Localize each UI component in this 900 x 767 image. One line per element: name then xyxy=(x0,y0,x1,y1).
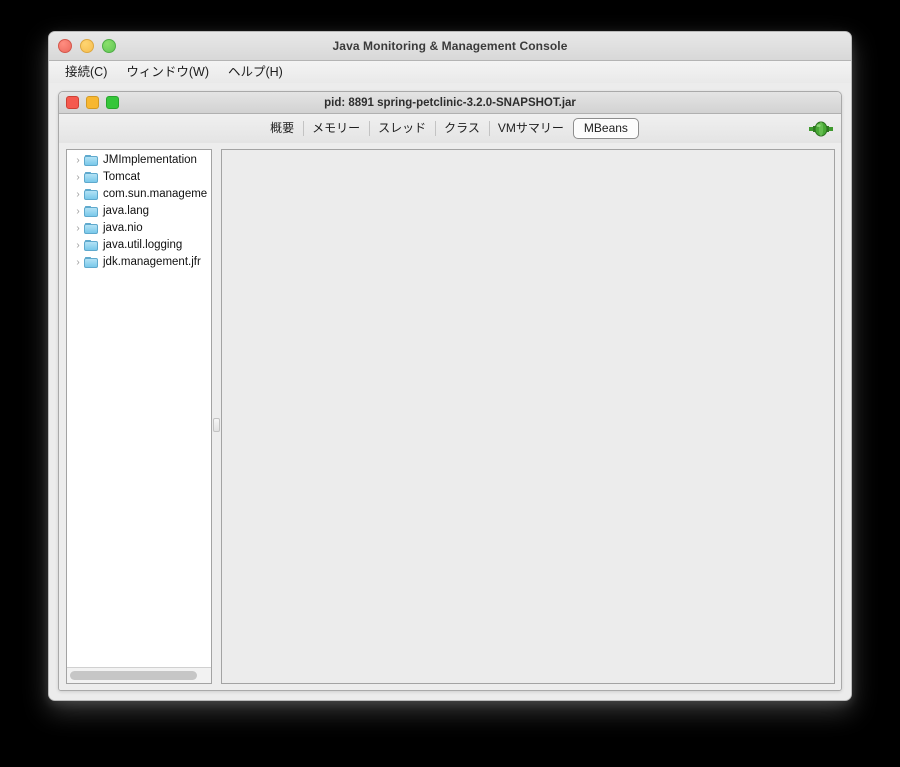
expand-arrow-icon[interactable]: › xyxy=(72,186,84,203)
tab-list: 概要 メモリー スレッド クラス VMサマリー MBeans xyxy=(261,118,639,139)
internal-zoom-button-icon[interactable] xyxy=(106,96,119,109)
scrollbar-thumb[interactable] xyxy=(70,671,197,680)
tree-node-java-nio[interactable]: › java.nio xyxy=(67,220,211,237)
expand-arrow-icon[interactable]: › xyxy=(72,169,84,186)
tab-mbeans[interactable]: MBeans xyxy=(572,118,639,139)
expand-arrow-icon[interactable]: › xyxy=(72,152,84,169)
tab-threads[interactable]: スレッド xyxy=(369,118,435,139)
menu-window[interactable]: ウィンドウ(W) xyxy=(117,63,219,82)
tree-node-label: java.lang xyxy=(103,205,150,217)
mbean-detail-panel xyxy=(221,149,835,684)
internal-frame-title: pid: 8891 spring-petclinic-3.2.0-SNAPSHO… xyxy=(324,96,576,109)
menu-help[interactable]: ヘルプ(H) xyxy=(219,63,293,82)
menu-connection[interactable]: 接続(C) xyxy=(56,63,117,82)
tree-node-label: Tomcat xyxy=(103,171,141,183)
folder-icon xyxy=(84,257,98,268)
zoom-button-icon[interactable] xyxy=(102,39,116,53)
expand-arrow-icon[interactable]: › xyxy=(72,254,84,271)
close-button-icon[interactable] xyxy=(58,39,72,53)
expand-arrow-icon[interactable]: › xyxy=(72,203,84,220)
tree-node-com-sun-management[interactable]: › com.sun.manageme xyxy=(67,186,211,203)
window-traffic-lights xyxy=(58,32,116,60)
screen: Java Monitoring & Management Console 接続(… xyxy=(0,0,900,767)
vm-internal-frame: pid: 8891 spring-petclinic-3.2.0-SNAPSHO… xyxy=(58,91,842,691)
folder-icon xyxy=(84,240,98,251)
folder-icon xyxy=(84,172,98,183)
tree-horizontal-scrollbar[interactable] xyxy=(67,667,211,683)
minimize-button-icon[interactable] xyxy=(80,39,94,53)
tree-node-java-lang[interactable]: › java.lang xyxy=(67,203,211,220)
connection-status-icon[interactable] xyxy=(809,121,833,137)
tree-node-label: JMImplementation xyxy=(103,154,197,166)
desktop-pane: pid: 8891 spring-petclinic-3.2.0-SNAPSHO… xyxy=(49,83,851,700)
tab-overview[interactable]: 概要 xyxy=(261,118,303,139)
menubar: 接続(C) ウィンドウ(W) ヘルプ(H) xyxy=(49,61,851,84)
split-pane-divider[interactable] xyxy=(212,149,221,684)
tree-node-label: jdk.management.jfr xyxy=(103,256,201,268)
internal-frame-titlebar: pid: 8891 spring-petclinic-3.2.0-SNAPSHO… xyxy=(59,92,841,114)
tree-node-jdk-management-jfr[interactable]: › jdk.management.jfr xyxy=(67,254,211,271)
expand-arrow-icon[interactable]: › xyxy=(72,220,84,237)
folder-icon xyxy=(84,155,98,166)
tree-node-label: java.util.logging xyxy=(103,239,183,251)
tab-classes[interactable]: クラス xyxy=(435,118,489,139)
internal-frame-traffic-lights xyxy=(66,92,119,113)
folder-icon xyxy=(84,189,98,200)
tree-node-java-util-logging[interactable]: › java.util.logging xyxy=(67,237,211,254)
window-titlebar: Java Monitoring & Management Console xyxy=(49,32,851,61)
tree-node-label: com.sun.manageme xyxy=(103,188,208,200)
tab-vm-summary[interactable]: VMサマリー xyxy=(488,118,573,139)
internal-close-button-icon[interactable] xyxy=(66,96,79,109)
mbean-tree[interactable]: › JMImplementation › Tomcat › com.sun.ma… xyxy=(67,150,211,667)
main-window: Java Monitoring & Management Console 接続(… xyxy=(48,31,852,701)
tree-node-label: java.nio xyxy=(103,222,143,234)
window-title: Java Monitoring & Management Console xyxy=(332,39,568,53)
mbean-tree-panel: › JMImplementation › Tomcat › com.sun.ma… xyxy=(66,149,212,684)
mbeans-content: › JMImplementation › Tomcat › com.sun.ma… xyxy=(59,143,841,690)
folder-icon xyxy=(84,223,98,234)
tree-node-jmimplementation[interactable]: › JMImplementation xyxy=(67,152,211,169)
folder-icon xyxy=(84,206,98,217)
tab-bar: 概要 メモリー スレッド クラス VMサマリー MBeans xyxy=(59,114,841,144)
tree-node-tomcat[interactable]: › Tomcat xyxy=(67,169,211,186)
expand-arrow-icon[interactable]: › xyxy=(72,237,84,254)
internal-minimize-button-icon[interactable] xyxy=(86,96,99,109)
tab-memory[interactable]: メモリー xyxy=(303,118,369,139)
split-pane-grip[interactable] xyxy=(213,418,220,432)
